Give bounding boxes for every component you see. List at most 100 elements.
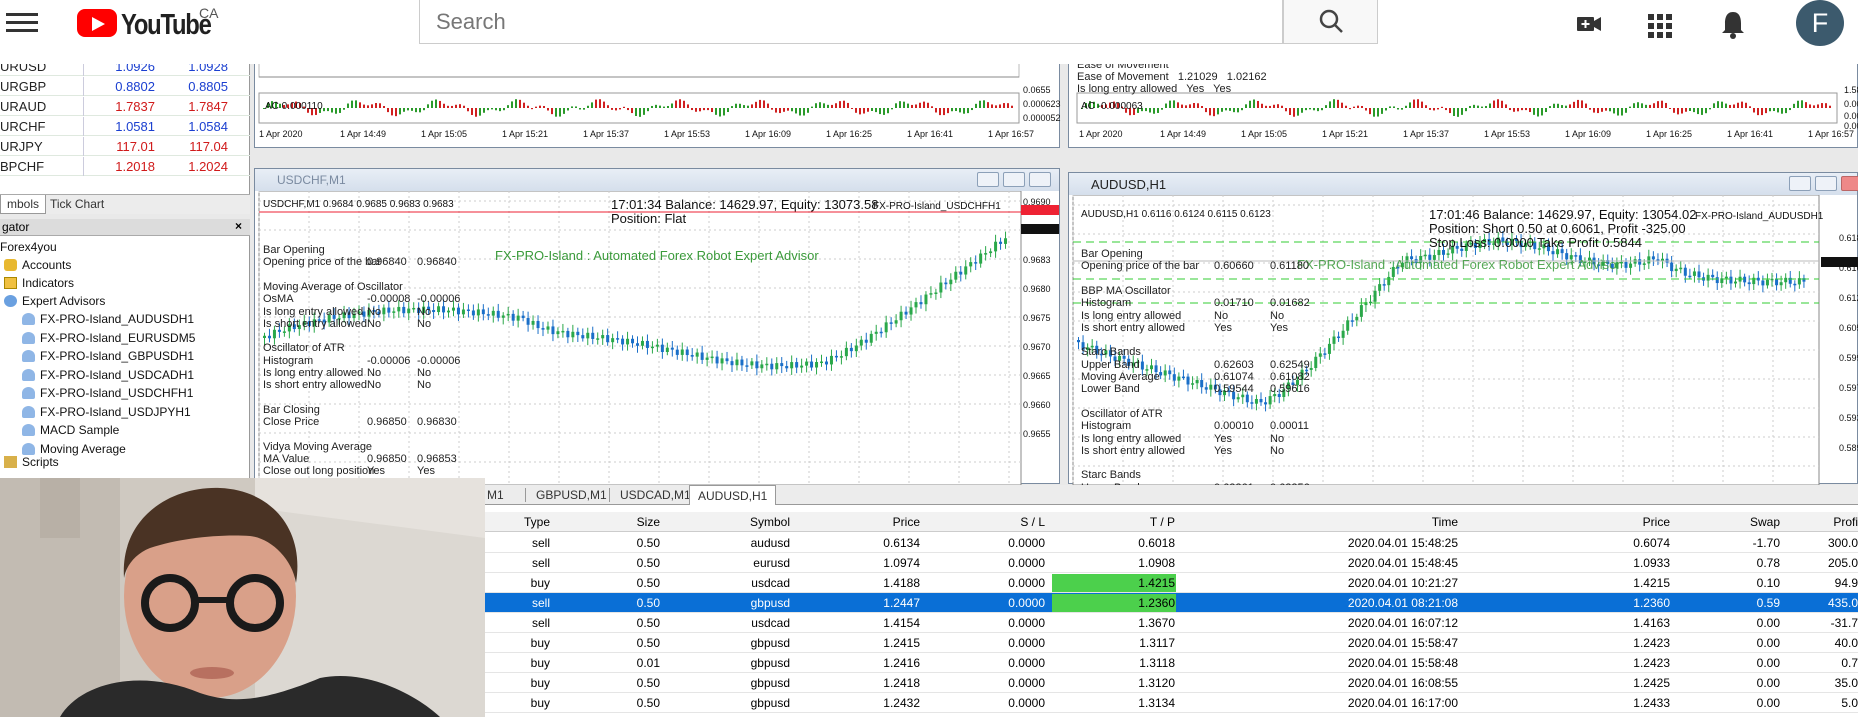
audusd-chart-window[interactable]: AUDUSD,H1 AUDUSD,H1 0.6116 0.6124 0.6115…	[1068, 172, 1858, 494]
column-header[interactable]: Price	[830, 515, 920, 529]
nav-expert-item[interactable]: FX-PRO-Island_EURUSDM5	[22, 331, 195, 345]
nav-expert-item[interactable]: FX-PRO-Island_USDCHFH1	[22, 386, 193, 400]
accounts-icon	[4, 259, 17, 271]
avatar[interactable]: F	[1796, 0, 1844, 46]
close-button[interactable]	[1841, 176, 1858, 191]
column-header[interactable]: T / P	[1045, 515, 1175, 529]
time-axis-label: 1 Apr 2020	[1079, 129, 1123, 139]
column-header[interactable]: Type	[510, 515, 550, 529]
chart-top-left[interactable]: AC 0.000110 0.0655 0.000623 0.000052 1 A…	[254, 54, 1061, 148]
long-entry-allowed: Is long entry allowed Yes Yes	[1077, 83, 1232, 95]
nav-expert-advisors[interactable]: Expert Advisors	[4, 294, 105, 308]
market-watch-row[interactable]: URAUD 1.7837 1.7847	[0, 97, 250, 116]
column-header[interactable]: S / L	[945, 515, 1045, 529]
search-input[interactable]	[420, 0, 1282, 43]
tab-chart-1[interactable]: M1	[487, 488, 504, 502]
indicator-label: Is long entry allowed	[1081, 432, 1182, 445]
bid-price: 117.01	[116, 139, 155, 154]
search-icon	[1319, 9, 1343, 33]
tab-chart-3[interactable]: USDCAD,M1	[609, 488, 691, 502]
close-icon[interactable]: ×	[235, 219, 242, 233]
indicator-label: Is short entry allowed	[1081, 321, 1185, 334]
window-title-bar[interactable]: USDCHF,M1	[255, 169, 1059, 191]
time-axis-label: 1 Apr 16:41	[1727, 129, 1774, 139]
column-header[interactable]: Price	[1600, 515, 1670, 529]
axis-value: 1.58	[1844, 85, 1858, 95]
indicator-value: No	[1270, 444, 1285, 457]
column-header[interactable]: Time	[1190, 515, 1458, 529]
indicator-label: MA Value	[263, 453, 310, 466]
chart-top-right[interactable]: Ease of Movement Ease of Movement 1.2102…	[1068, 54, 1858, 148]
menu-icon[interactable]	[6, 10, 38, 36]
trade-row[interactable]: buy 0.50 gbpusd 1.2432 0.0000 1.3134 2020.04.0…	[485, 693, 1858, 713]
column-header[interactable]: Size	[610, 515, 660, 529]
market-watch-row[interactable]: URJPY 117.01 117.04	[0, 137, 250, 156]
expert-advisor-icon	[22, 350, 35, 362]
create-video-icon[interactable]	[1568, 6, 1608, 42]
trade-row[interactable]: sell 0.50 usdcad 1.4154 0.0000 1.3670 2020.04.…	[485, 613, 1858, 633]
nav-scripts[interactable]: Scripts	[4, 455, 59, 469]
apps-grid-icon[interactable]	[1640, 6, 1680, 42]
minimize-button[interactable]	[1789, 176, 1811, 191]
time-axis-label: 1 Apr 15:53	[664, 129, 711, 139]
nav-indicators[interactable]: Indicators	[4, 276, 74, 290]
column-header[interactable]: Profi	[1780, 515, 1858, 529]
trade-cell-type: sell	[531, 536, 550, 550]
trade-row[interactable]: buy 0.50 gbpusd 1.2415 0.0000 1.3117 2020.04.0…	[485, 633, 1858, 653]
navigator-title: gator	[2, 220, 30, 234]
search-button[interactable]	[1283, 0, 1378, 44]
trade-row[interactable]: buy 0.50 usdcad 1.4188 0.0000 1.4215 2020.04.0…	[485, 573, 1858, 593]
nav-expert-item[interactable]: FX-PRO-Island_USDCADH1	[22, 368, 194, 382]
nav-expert-item[interactable]: FX-PRO-Island_AUDUSDH1	[22, 312, 194, 326]
trade-cell-sl: 0.0000	[1008, 636, 1045, 650]
trade-row[interactable]: buy 0.01 gbpusd 1.2416 0.0000 1.3118 2020.04.0…	[485, 653, 1858, 673]
tab-tick-chart[interactable]: Tick Chart	[50, 197, 104, 211]
close-button[interactable]	[1029, 172, 1051, 187]
window-title-bar[interactable]: AUDUSD,H1	[1069, 173, 1858, 195]
trade-cell-type: buy	[530, 696, 550, 710]
market-watch-row[interactable]: URGBP 0.8802 0.8805	[0, 77, 250, 96]
nav-root[interactable]: Forex4you	[0, 240, 57, 254]
market-watch-row[interactable]: BPCHF 1.2018 1.2024	[0, 157, 250, 176]
trade-cell-price: 1.2433	[1633, 696, 1670, 710]
trade-cell-sl: 0.0000	[1008, 696, 1045, 710]
trade-cell-size: 0.50	[636, 576, 660, 590]
indicator-value: No	[417, 367, 432, 379]
nav-expert-item[interactable]: FX-PRO-Island_USDJPYH1	[22, 405, 191, 419]
trade-row[interactable]: sell 0.50 eurusd 1.0974 0.0000 1.0908 2020.04.…	[485, 553, 1858, 573]
trade-cell-swap: 0.00	[1756, 676, 1780, 690]
ask-price: 1.2024	[188, 159, 228, 174]
maximize-button[interactable]	[1815, 176, 1837, 191]
maximize-button[interactable]	[1003, 172, 1025, 187]
column-divider	[83, 137, 84, 156]
tab-symbols[interactable]: mbols	[0, 195, 47, 214]
tab-chart-2[interactable]: GBPUSD,M1	[525, 488, 607, 502]
nav-accounts[interactable]: Accounts	[4, 258, 71, 272]
usdchf-chart-window[interactable]: USDCHF,M1 USDCHF,M1 0.9684 0.9685 0.9683…	[254, 168, 1060, 490]
search-box	[419, 0, 1283, 44]
nav-expert-item[interactable]: Moving Average	[22, 442, 126, 456]
minimize-button[interactable]	[977, 172, 999, 187]
notifications-bell-icon[interactable]	[1713, 6, 1753, 42]
trade-row[interactable]: sell 0.50 audusd 0.6134 0.0000 0.6018 2020.04.…	[485, 533, 1858, 553]
column-header[interactable]: Swap	[1700, 515, 1780, 529]
trade-cell-swap: 0.10	[1756, 576, 1780, 590]
trade-row[interactable]: buy 0.50 gbpusd 1.2418 0.0000 1.3120 2020.04.0…	[485, 673, 1858, 693]
trade-cell-symbol: gbpusd	[750, 636, 790, 650]
trade-row[interactable]: sell 0.50 gbpusd 1.2447 0.0000 1.2360 2020.04.…	[485, 593, 1858, 613]
nav-expert-item[interactable]: FX-PRO-Island_GBPUSDH1	[22, 349, 194, 363]
expert-advisor-icon	[22, 387, 35, 399]
trade-cell-size: 0.50	[636, 676, 660, 690]
trade-cell-profi: 94.9	[1834, 576, 1858, 590]
price-axis-label: 0.9690	[1023, 197, 1051, 207]
symbol-name: URJPY	[0, 139, 43, 154]
indicator-label: Histogram	[1081, 420, 1132, 433]
market-watch-row[interactable]: URCHF 1.0581 1.0584	[0, 117, 250, 136]
column-header[interactable]: Symbol	[700, 515, 790, 529]
status-balance: 17:01:46 Balance: 14629.97, Equity: 1305…	[1429, 207, 1697, 222]
trade-cell-price: 1.2432	[883, 696, 920, 710]
nav-expert-item[interactable]: MACD Sample	[22, 423, 119, 437]
ask-price: 117.04	[189, 139, 228, 154]
chart-tabs: M1 GBPUSD,M1 USDCAD,M1 AUDUSD,H1	[485, 485, 1858, 505]
tab-chart-4[interactable]: AUDUSD,H1	[689, 485, 777, 505]
